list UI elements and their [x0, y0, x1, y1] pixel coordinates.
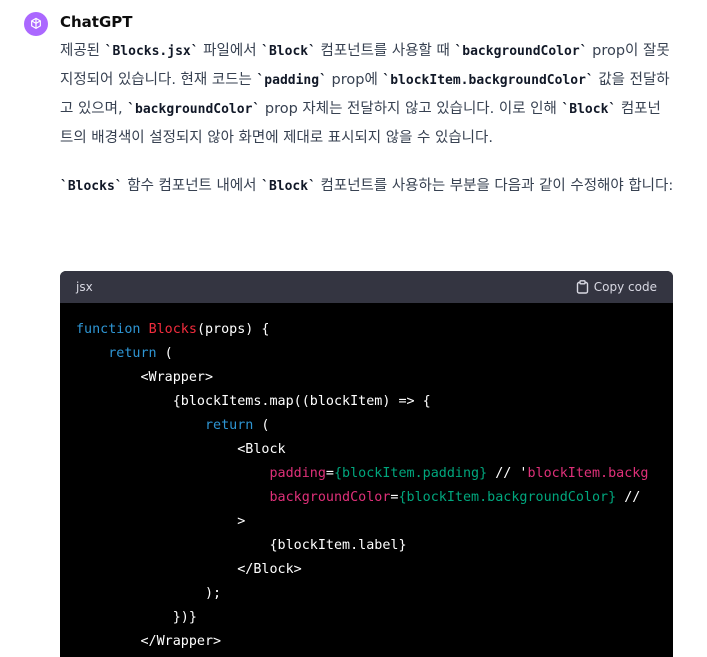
- copy-code-button[interactable]: Copy code: [576, 280, 657, 294]
- inline-code: `Blocks`: [60, 179, 123, 194]
- code-line: return (: [76, 342, 657, 366]
- inline-code: `Block`: [561, 102, 617, 117]
- code-token: >: [237, 514, 246, 529]
- text: prop 자체는 전달하지 않고 있습니다. 이로 인해: [260, 101, 562, 117]
- code-token: // ': [487, 466, 528, 481]
- code-token: {blockItem.padding}: [333, 466, 488, 481]
- code-token: blockItem.backg: [527, 466, 649, 481]
- inline-code: `Block`: [261, 179, 316, 194]
- code-token: </Block>: [237, 562, 302, 577]
- inline-code: `padding`: [256, 73, 327, 88]
- code-line: <Wrapper>: [76, 366, 657, 390]
- code-line: padding={blockItem.padding} // 'blockIte…: [76, 462, 657, 486]
- copy-code-label: Copy code: [593, 280, 657, 294]
- code-block: jsx Copy code function Blocks(props) { r…: [60, 271, 673, 657]
- code-line: return (: [76, 414, 657, 438]
- code-block-header: jsx Copy code: [60, 271, 673, 303]
- code-language-label: jsx: [76, 280, 93, 294]
- code-token: <Block: [237, 442, 286, 457]
- code-token: (: [156, 346, 173, 361]
- inline-code: `blockItem.backgroundColor`: [382, 73, 594, 88]
- code-line: );: [76, 582, 657, 606]
- inline-code: `backgroundColor`: [454, 44, 588, 59]
- code-token: function: [76, 322, 149, 337]
- code-token: Blocks: [148, 322, 197, 337]
- inline-code: `backgroundColor`: [127, 102, 261, 117]
- code-line: >: [76, 510, 657, 534]
- code-token: {blockItem.backgroundColor}: [398, 490, 617, 505]
- code-token: return: [205, 418, 254, 433]
- text: 제공된: [60, 43, 105, 59]
- code-line: function Blocks(props) {: [76, 318, 657, 342]
- code-line: </Block>: [76, 558, 657, 582]
- code-token: </Wrapper>: [140, 634, 222, 649]
- code-token: backgroundColor: [269, 490, 391, 505]
- code-token: (: [253, 418, 270, 433]
- code-line: {blockItem.label}: [76, 534, 657, 558]
- code-line: backgroundColor={blockItem.backgroundCol…: [76, 486, 657, 510]
- chatgpt-avatar: [24, 12, 48, 36]
- text: prop에: [326, 72, 383, 88]
- inline-code: `Blocks.jsx`: [104, 44, 199, 59]
- openai-logo-icon: [28, 16, 44, 32]
- text: 컴포넌트를 사용할 때: [315, 43, 455, 59]
- code-token: =: [325, 466, 334, 481]
- code-line: })}: [76, 606, 657, 630]
- message-paragraph-1: 제공된 `Blocks.jsx` 파일에서 `Block` 컴포넌트를 사용할 …: [60, 37, 674, 152]
- code-token: {blockItems.map((blockItem) => {: [172, 394, 431, 409]
- code-token: (props) {: [196, 322, 270, 337]
- code-token: );: [205, 586, 222, 601]
- code-line: <Block: [76, 438, 657, 462]
- text: 컴포넌트를 사용하는 부분을 다음과 같이 수정해야 합니다:: [315, 178, 674, 194]
- inline-code: `Block`: [261, 44, 316, 59]
- code-token: })}: [172, 610, 197, 625]
- code-token: return: [108, 346, 157, 361]
- clipboard-icon: [576, 280, 589, 294]
- code-line: {blockItems.map((blockItem) => {: [76, 390, 657, 414]
- code-token: padding: [269, 466, 326, 481]
- text: 파일에서: [198, 43, 262, 59]
- code-token: {blockItem.label}: [269, 538, 407, 553]
- text: 함수 컴포넌트 내에서: [122, 178, 262, 194]
- message-paragraph-2: `Blocks` 함수 컴포넌트 내에서 `Block` 컴포넌트를 사용하는 …: [60, 172, 674, 201]
- code-token: //: [616, 490, 641, 505]
- assistant-message: 제공된 `Blocks.jsx` 파일에서 `Block` 컴포넌트를 사용할 …: [60, 37, 674, 201]
- code-line: </Wrapper>: [76, 630, 657, 654]
- assistant-name: ChatGPT: [60, 13, 133, 31]
- code-body: function Blocks(props) { return ( <Wrapp…: [60, 303, 673, 654]
- code-token: <Wrapper>: [140, 370, 214, 385]
